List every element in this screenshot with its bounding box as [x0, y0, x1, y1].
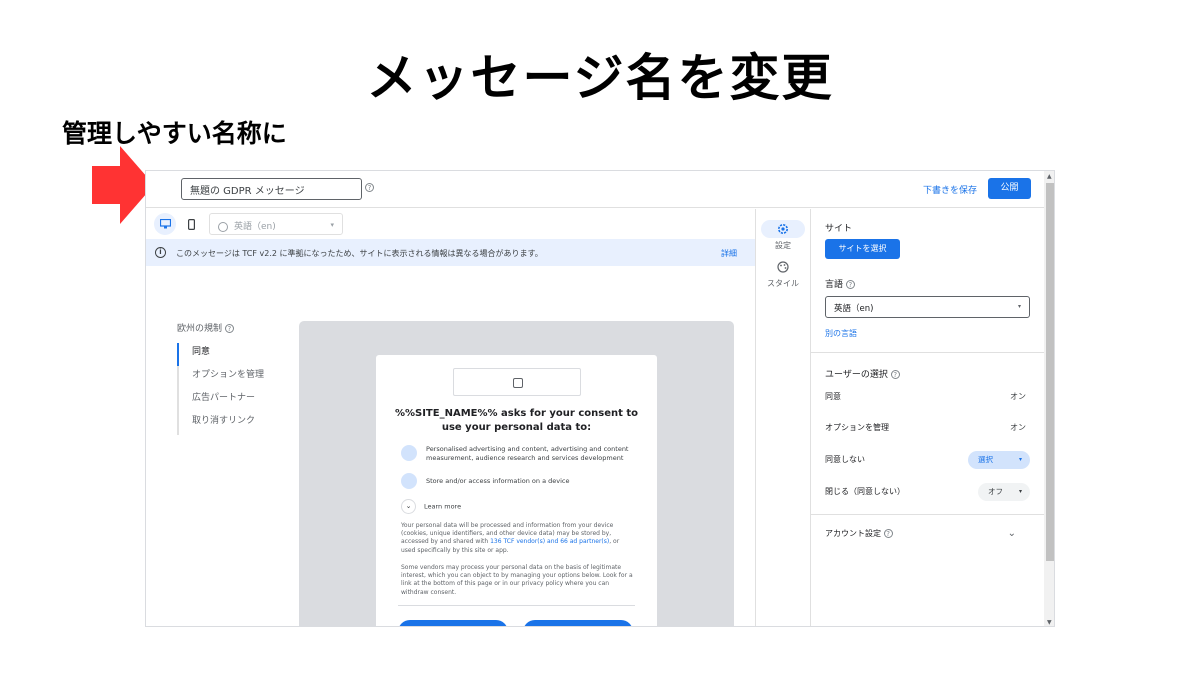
- scrollbar[interactable]: ▲ ▼: [1044, 171, 1054, 626]
- save-draft-button[interactable]: 下書きを保存: [923, 183, 977, 196]
- help-icon[interactable]: ?: [845, 280, 855, 289]
- image-icon: [513, 378, 523, 388]
- view-manage-options[interactable]: オプションを管理: [179, 366, 264, 389]
- person-icon: [401, 445, 417, 461]
- rail-style-label: スタイル: [767, 279, 799, 288]
- reject-choice-dropdown[interactable]: 選択 ▾: [968, 451, 1030, 469]
- learn-more-toggle[interactable]: ⌄ Learn more: [401, 499, 461, 514]
- choice-value: オン: [1010, 423, 1026, 432]
- publish-button[interactable]: 公開: [988, 178, 1031, 199]
- preview-canvas: %%SITE_NAME%% asks for your consent to u…: [299, 321, 734, 626]
- consent-button[interactable]: [398, 620, 508, 626]
- rail-settings[interactable]: 設定: [758, 220, 808, 251]
- preview-language-select[interactable]: 英語（en) ▾: [209, 213, 343, 235]
- choice-row-close: 閉じる（同意しない） オフ ▾: [825, 483, 1030, 501]
- rail-style[interactable]: スタイル: [758, 258, 808, 289]
- choice-row-manage-options: オプションを管理 オン: [825, 419, 1030, 437]
- dialog-body-text: Some vendors may process your personal d…: [401, 564, 633, 596]
- divider: [755, 209, 756, 626]
- choice-row-consent: 同意 オン: [825, 388, 1030, 406]
- chevron-down-icon: ▾: [330, 221, 334, 229]
- logo-placeholder[interactable]: [453, 368, 581, 396]
- scroll-down-icon[interactable]: ▼: [1047, 619, 1052, 626]
- palette-icon: [777, 261, 789, 273]
- regulation-title: 欧州の規制: [177, 324, 223, 334]
- learn-more-label: Learn more: [424, 502, 462, 511]
- regulation-view-list: 同意 オプションを管理 広告パートナー 取り消すリンク: [177, 343, 264, 435]
- globe-icon: [218, 221, 228, 232]
- manage-options-button[interactable]: [523, 620, 633, 626]
- editor-header: ? 下書きを保存 公開: [146, 171, 1044, 208]
- language-select[interactable]: 英語（en) ▾: [825, 296, 1030, 318]
- dialog-title: %%SITE_NAME%% asks for your consent to u…: [394, 408, 639, 433]
- language-label: 言語: [825, 280, 844, 290]
- phone-icon: [187, 218, 195, 230]
- mobile-view-button[interactable]: [180, 213, 202, 235]
- gear-icon: [778, 224, 788, 234]
- vendors-link[interactable]: 136 TCF vendor(s) and 66 ad partner(s): [490, 538, 609, 545]
- divider: [811, 352, 1044, 353]
- info-icon: i: [155, 247, 166, 258]
- view-ad-partners[interactable]: 広告パートナー: [179, 389, 264, 412]
- help-icon[interactable]: ?: [883, 529, 893, 538]
- chevron-down-icon: ▾: [1018, 456, 1022, 463]
- choice-value: オン: [1010, 392, 1026, 401]
- scroll-up-icon[interactable]: ▲: [1047, 173, 1052, 180]
- user-choice-label: ユーザーの選択: [825, 370, 888, 380]
- help-icon[interactable]: ?: [365, 183, 374, 192]
- dialog-body-text: Your personal data will be processed and…: [401, 522, 620, 554]
- purpose-text: Store and/or access information on a dev…: [426, 477, 570, 485]
- site-label: サイト: [825, 224, 853, 234]
- chevron-down-icon: ▾: [1017, 303, 1021, 310]
- scroll-thumb[interactable]: [1046, 183, 1054, 561]
- language-value: 英語（en): [834, 304, 874, 314]
- chevron-down-icon: ▾: [1018, 488, 1022, 495]
- message-editor-window: ? 下書きを保存 公開 英語（en) ▾ i このメッセージは TCF v2.2…: [145, 170, 1055, 627]
- preview-language-value: 英語（en): [234, 222, 276, 232]
- slide-title: メッセージ名を変更: [366, 49, 834, 107]
- account-settings-label: アカウント設定: [825, 529, 881, 538]
- settings-panel: サイト サイトを選択 言語 ? 英語（en) ▾ 別の言語 ユーザーの選択 ? …: [811, 209, 1044, 626]
- desktop-view-button[interactable]: [154, 213, 176, 235]
- divider: [811, 514, 1044, 515]
- view-consent[interactable]: 同意: [177, 343, 264, 366]
- preview-toolbar: 英語（en) ▾: [146, 209, 756, 239]
- info-banner: i このメッセージは TCF v2.2 に準拠になったため、サイトに表示される情…: [146, 239, 755, 266]
- view-revoke-link[interactable]: 取り消すリンク: [179, 412, 264, 435]
- info-detail-link[interactable]: 詳細: [721, 248, 737, 259]
- chevron-down-icon: ⌄: [1007, 528, 1016, 539]
- select-site-button[interactable]: サイトを選択: [825, 239, 900, 259]
- slide-caption: 管理しやすい名称に: [62, 119, 287, 148]
- consent-dialog-preview: %%SITE_NAME%% asks for your consent to u…: [376, 355, 657, 626]
- regulation-nav: 欧州の規制 ? 同意 オプションを管理 広告パートナー 取り消すリンク: [177, 321, 264, 435]
- info-banner-text: このメッセージは TCF v2.2 に準拠になったため、サイトに表示される情報は…: [176, 249, 543, 258]
- divider: [398, 605, 635, 606]
- close-choice-dropdown[interactable]: オフ ▾: [978, 483, 1030, 501]
- device-icon: [401, 473, 417, 489]
- chevron-down-icon: ⌄: [401, 499, 416, 514]
- other-language-link[interactable]: 別の言語: [825, 328, 857, 339]
- purpose-text: Personalised advertising and content, ad…: [426, 445, 629, 462]
- help-icon[interactable]: ?: [224, 324, 234, 333]
- message-name-input[interactable]: [181, 178, 362, 200]
- monitor-icon: [159, 219, 171, 229]
- account-settings-section[interactable]: アカウント設定 ? ⌄: [825, 525, 1030, 543]
- rail-settings-label: 設定: [775, 241, 791, 250]
- choice-row-reject: 同意しない 選択 ▾: [825, 451, 1030, 469]
- help-icon[interactable]: ?: [890, 370, 900, 379]
